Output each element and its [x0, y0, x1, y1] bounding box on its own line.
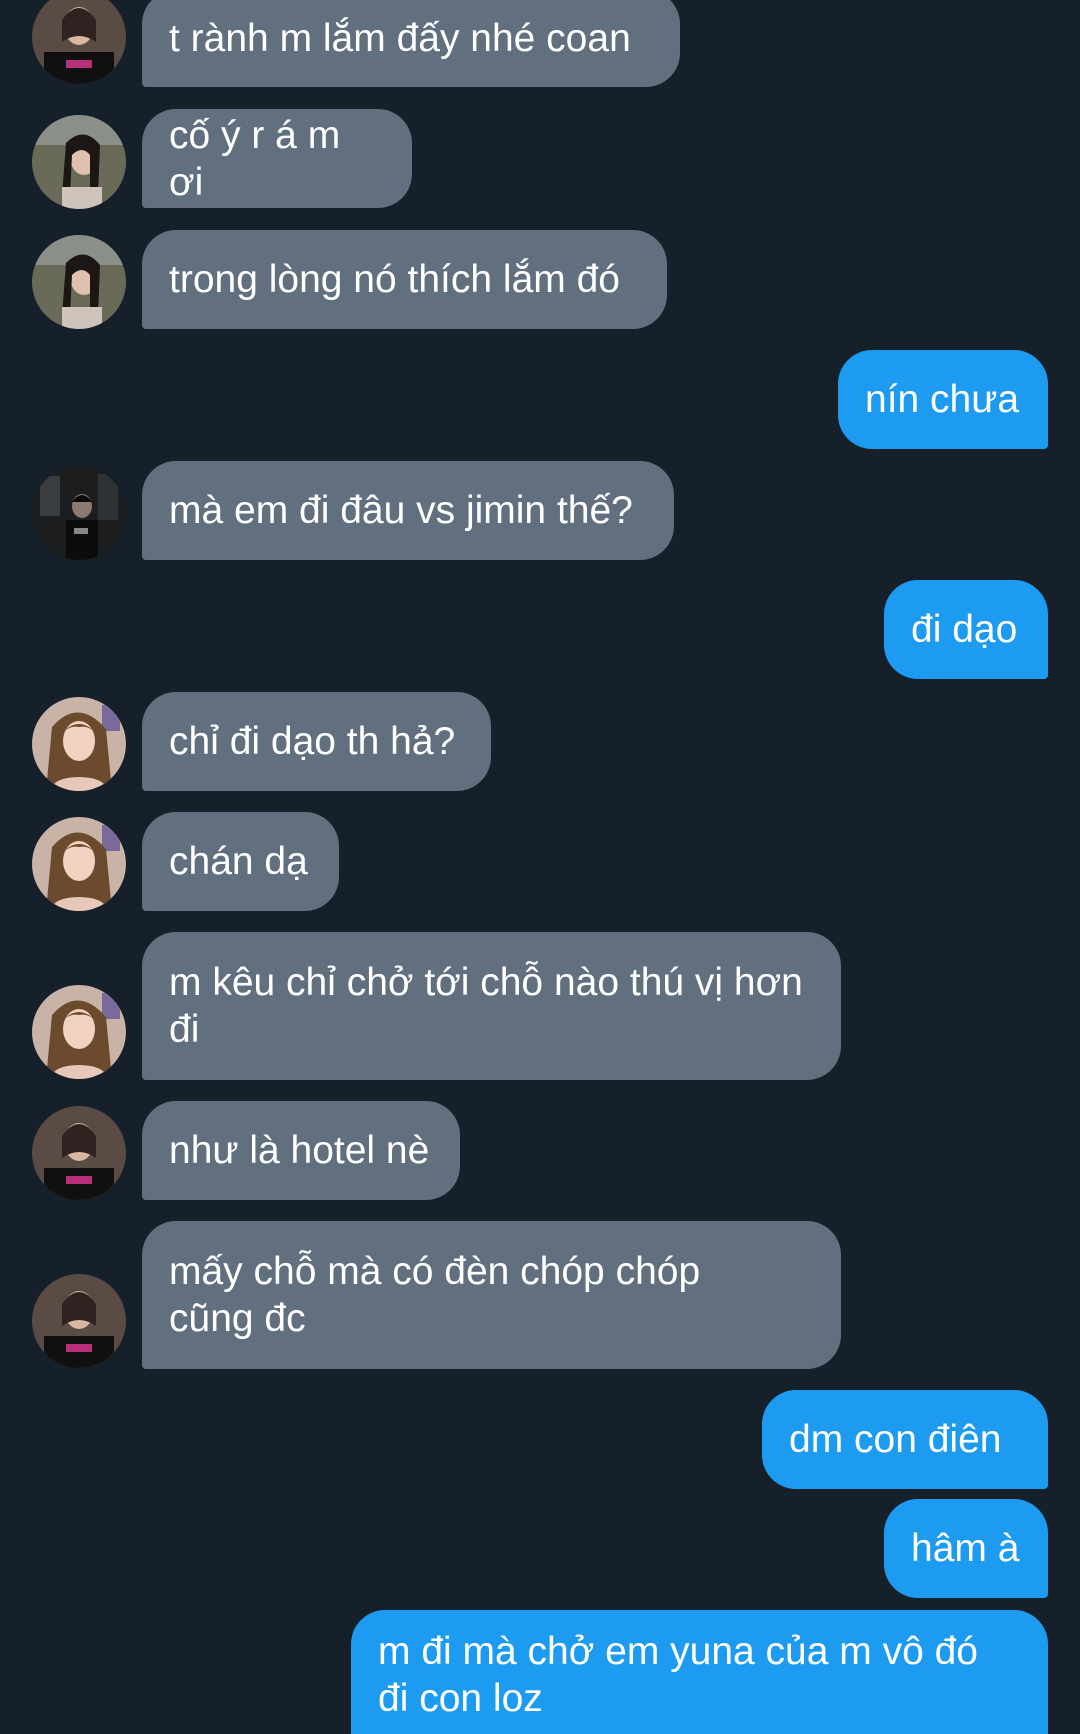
- message-bubble-incoming[interactable]: mấy chỗ mà có đèn chóp chóp cũng đc: [142, 1221, 841, 1369]
- message-bubble-incoming[interactable]: t rành m lắm đấy nhé coan: [142, 0, 680, 87]
- message-bubble-outgoing[interactable]: dm con điên: [762, 1390, 1048, 1489]
- message-bubble-incoming[interactable]: như là hotel nè: [142, 1101, 460, 1200]
- contact-avatar[interactable]: [32, 235, 126, 329]
- message-bubble-incoming[interactable]: cố ý r á m ơi: [142, 109, 412, 208]
- contact-avatar[interactable]: [32, 1106, 126, 1200]
- message-bubble-outgoing[interactable]: m đi mà chở em yuna của m vô đó đi con l…: [351, 1610, 1048, 1734]
- message-bubble-outgoing[interactable]: đi dạo: [884, 580, 1048, 679]
- contact-avatar[interactable]: [32, 0, 126, 84]
- contact-avatar[interactable]: [32, 697, 126, 791]
- message-bubble-incoming[interactable]: m kêu chỉ chở tới chỗ nào thú vị hơn đi: [142, 932, 841, 1080]
- contact-avatar[interactable]: [32, 817, 126, 911]
- message-bubble-incoming[interactable]: mà em đi đâu vs jimin thế?: [142, 461, 674, 560]
- message-bubble-outgoing[interactable]: hâm à: [884, 1499, 1048, 1598]
- message-bubble-incoming[interactable]: chán dạ: [142, 812, 339, 911]
- contact-avatar[interactable]: [32, 1274, 126, 1368]
- message-bubble-outgoing[interactable]: nín chưa: [838, 350, 1048, 449]
- message-bubble-incoming[interactable]: trong lòng nó thích lắm đó: [142, 230, 667, 329]
- message-bubble-incoming[interactable]: chỉ đi dạo th hả?: [142, 692, 491, 791]
- contact-avatar[interactable]: [32, 985, 126, 1079]
- contact-avatar[interactable]: [32, 466, 126, 560]
- contact-avatar[interactable]: [32, 115, 126, 209]
